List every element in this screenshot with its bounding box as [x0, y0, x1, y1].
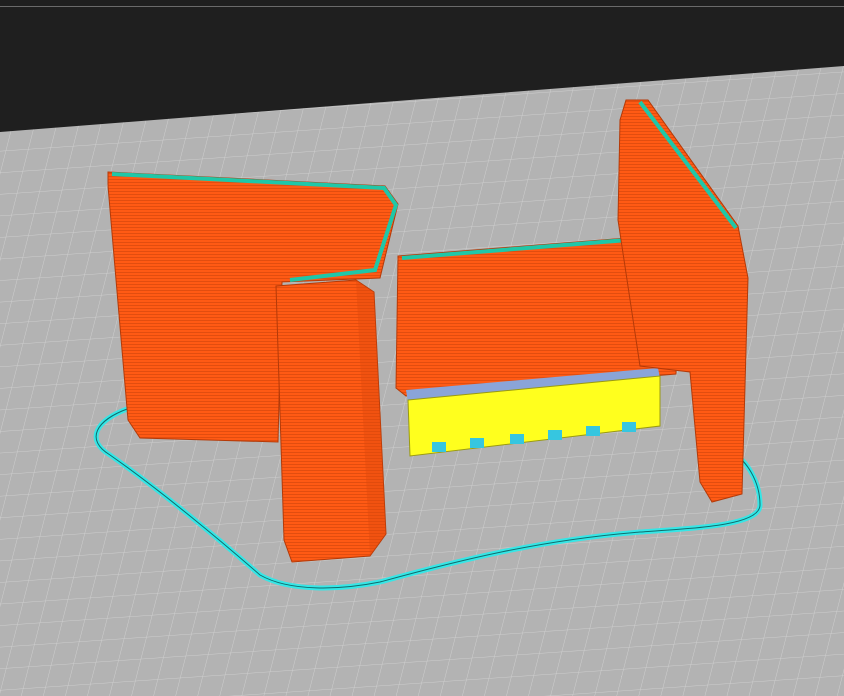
scene-canvas[interactable]: [0, 0, 844, 696]
3d-preview-viewport[interactable]: [0, 0, 844, 696]
